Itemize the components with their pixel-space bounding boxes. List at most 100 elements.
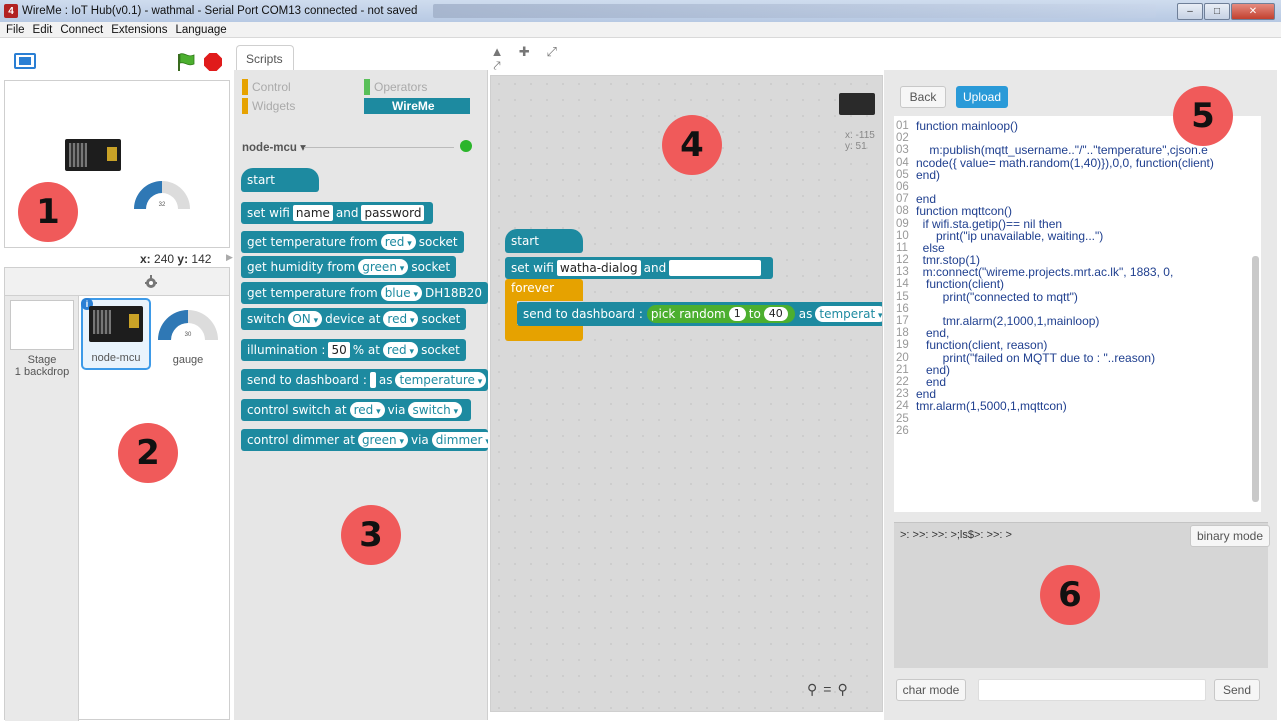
line-number: 20 <box>896 351 909 364</box>
line-number: 03 <box>896 144 909 157</box>
menu-language[interactable]: Language <box>175 24 226 36</box>
sprite-position: x: -115 y: 51 <box>845 130 875 152</box>
gauge-value: 32 <box>158 202 166 208</box>
gauge-thumbnail <box>158 310 218 340</box>
stage-toolbar <box>4 43 230 79</box>
block-control-dimmer[interactable]: control dimmer at green via dimmer <box>241 429 488 451</box>
pick-random-block[interactable]: pick random 1 to 40 <box>646 305 795 323</box>
close-button[interactable]: ✕ <box>1231 2 1275 20</box>
block-get-temperature-red[interactable]: get temperature from red socket <box>241 231 464 253</box>
category-wireme[interactable]: WireMe <box>364 98 470 114</box>
device-selector[interactable]: node-mcu ▾ <box>242 140 306 154</box>
char-mode-button[interactable]: char mode <box>896 679 966 701</box>
grow-icon[interactable]: ⤢ <box>545 45 559 59</box>
back-button[interactable]: Back <box>900 86 946 108</box>
serial-input[interactable] <box>978 679 1206 701</box>
sprite-gauge[interactable]: 30 gauge <box>153 298 223 370</box>
callout-6: 6 <box>1040 565 1100 625</box>
zoom-reset-icon[interactable]: = <box>823 681 831 699</box>
code-scrollbar[interactable] <box>1252 256 1259 502</box>
stamp-icon[interactable]: ▲ <box>490 45 504 59</box>
tab-scripts[interactable]: Scripts <box>236 45 294 71</box>
block-illumination[interactable]: illumination : 50 % at red socket <box>241 339 466 361</box>
block-start[interactable]: start <box>241 168 319 192</box>
title-bar: 4 WireMe : IoT Hub(v0.1) - wathmal - Ser… <box>0 0 1281 22</box>
upload-button[interactable]: Upload <box>956 86 1008 108</box>
block-get-humidity[interactable]: get humidity from green socket <box>241 256 457 278</box>
category-widgets[interactable]: Widgets <box>242 98 295 114</box>
category-operators[interactable]: Operators <box>364 79 427 95</box>
green-flag-icon[interactable] <box>176 53 196 71</box>
sprites-panel: Stage 1 backdrop i node-mcu 30 gauge <box>4 267 230 721</box>
stop-icon[interactable] <box>204 53 222 71</box>
cut-icon[interactable]: ✚ <box>517 45 531 59</box>
script-toolbar: ▲ ✚ ⤢ ⤤ <box>490 45 590 73</box>
code-text: m:publish(mqtt_username.."/".."temperatu… <box>916 143 1208 158</box>
binary-mode-button[interactable]: binary mode <box>1190 525 1270 547</box>
code-line: 09 if wifi.sta.getip()== nil then <box>894 217 1261 229</box>
line-number: 15 <box>896 290 909 303</box>
menu-edit[interactable]: Edit <box>33 24 53 36</box>
sprites-header <box>5 268 229 296</box>
mouse-coords: x: 240 y: 142 <box>140 252 212 266</box>
callout-4: 4 <box>662 115 722 175</box>
sprite-name: node-mcu <box>91 352 141 364</box>
gauge-thumbnail-value: 30 <box>184 332 192 338</box>
script-start-block[interactable]: start <box>505 229 583 253</box>
line-number: 01 <box>896 120 909 132</box>
stage-thumbnail[interactable] <box>10 300 74 350</box>
node-mcu-sprite[interactable] <box>65 139 121 171</box>
block-get-temperature-blue[interactable]: get temperature from blue DH18B20 <box>241 282 489 304</box>
line-number: 21 <box>896 363 909 376</box>
menu-connect[interactable]: Connect <box>60 24 103 36</box>
zoom-out-icon[interactable]: ⚲ <box>807 681 817 699</box>
fullscreen-icon[interactable] <box>14 53 36 69</box>
callout-5: 5 <box>1173 86 1233 146</box>
line-number: 25 <box>896 412 909 425</box>
script-send-to-dashboard-block[interactable]: send to dashboard : pick random 1 to 40 … <box>517 302 882 326</box>
code-text: tmr.alarm(1,5000,1,mqttcon) <box>916 399 1067 414</box>
window-title: WireMe : IoT Hub(v0.1) - wathmal - Seria… <box>22 5 418 17</box>
console-output: >: >>: >>: >;ls$>: >>: > <box>900 529 1012 541</box>
code-line: 03 m:publish(mqtt_username.."/".."temper… <box>894 144 1261 156</box>
code-line: 06 <box>894 181 1261 193</box>
code-text: end) <box>916 167 941 182</box>
zoom-controls: ⚲ = ⚲ <box>807 681 867 699</box>
code-text: print("connected to mqtt") <box>916 289 1078 304</box>
code-editor[interactable]: 01 function mainloop() 02 03 m:publish(mqtt… <box>894 116 1261 512</box>
divider <box>304 147 454 148</box>
line-number: 05 <box>896 168 909 181</box>
line-number: 11 <box>896 241 908 254</box>
line-number: 19 <box>896 339 909 352</box>
sprite-node-mcu[interactable]: i node-mcu <box>81 298 151 370</box>
block-switch[interactable]: switch ON device at red socket <box>241 308 467 330</box>
gauge-sprite[interactable]: 32 <box>129 176 195 216</box>
code-line: 08 function mqttcon() <box>894 205 1261 217</box>
code-line: 17 tmr.alarm(2,1000,1,mainloop) <box>894 315 1261 327</box>
zoom-in-icon[interactable]: ⚲ <box>837 681 847 699</box>
send-button[interactable]: Send <box>1214 679 1260 701</box>
callout-3: 3 <box>341 505 401 565</box>
code-text: function(client) <box>916 277 1005 292</box>
code-line: 20 print("failed on MQTT due to : "..rea… <box>894 351 1261 364</box>
line-number: 07 <box>896 193 909 206</box>
callout-1: 1 <box>18 182 78 242</box>
menu-extensions[interactable]: Extensions <box>111 24 167 36</box>
block-control-switch[interactable]: control switch at red via switch <box>241 399 472 421</box>
script-set-wifi-block[interactable]: set wifi watha-dialog and <box>505 257 773 279</box>
node-mcu-thumbnail <box>89 306 143 342</box>
block-set-wifi[interactable]: set wifi name and password <box>241 202 434 224</box>
menu-file[interactable]: File <box>6 24 25 36</box>
category-control[interactable]: Control <box>242 79 291 95</box>
code-text: function mqttcon() <box>916 204 1013 219</box>
new-sprite-icon[interactable] <box>143 274 159 290</box>
code-line: 04 ncode({ value= math.random(1,40)}),0,0… <box>894 156 1261 168</box>
current-sprite-thumbnail <box>839 93 875 115</box>
code-line: 15 print("connected to mqtt") <box>894 289 1261 304</box>
block-send-to-dashboard[interactable]: send to dashboard : as temperature <box>241 369 488 391</box>
minimize-button[interactable]: – <box>1177 2 1203 20</box>
shrink-icon[interactable]: ⤤ <box>490 59 504 73</box>
line-number: 17 <box>896 315 909 327</box>
line-number: 23 <box>896 388 909 401</box>
maximize-button[interactable]: □ <box>1204 2 1230 20</box>
